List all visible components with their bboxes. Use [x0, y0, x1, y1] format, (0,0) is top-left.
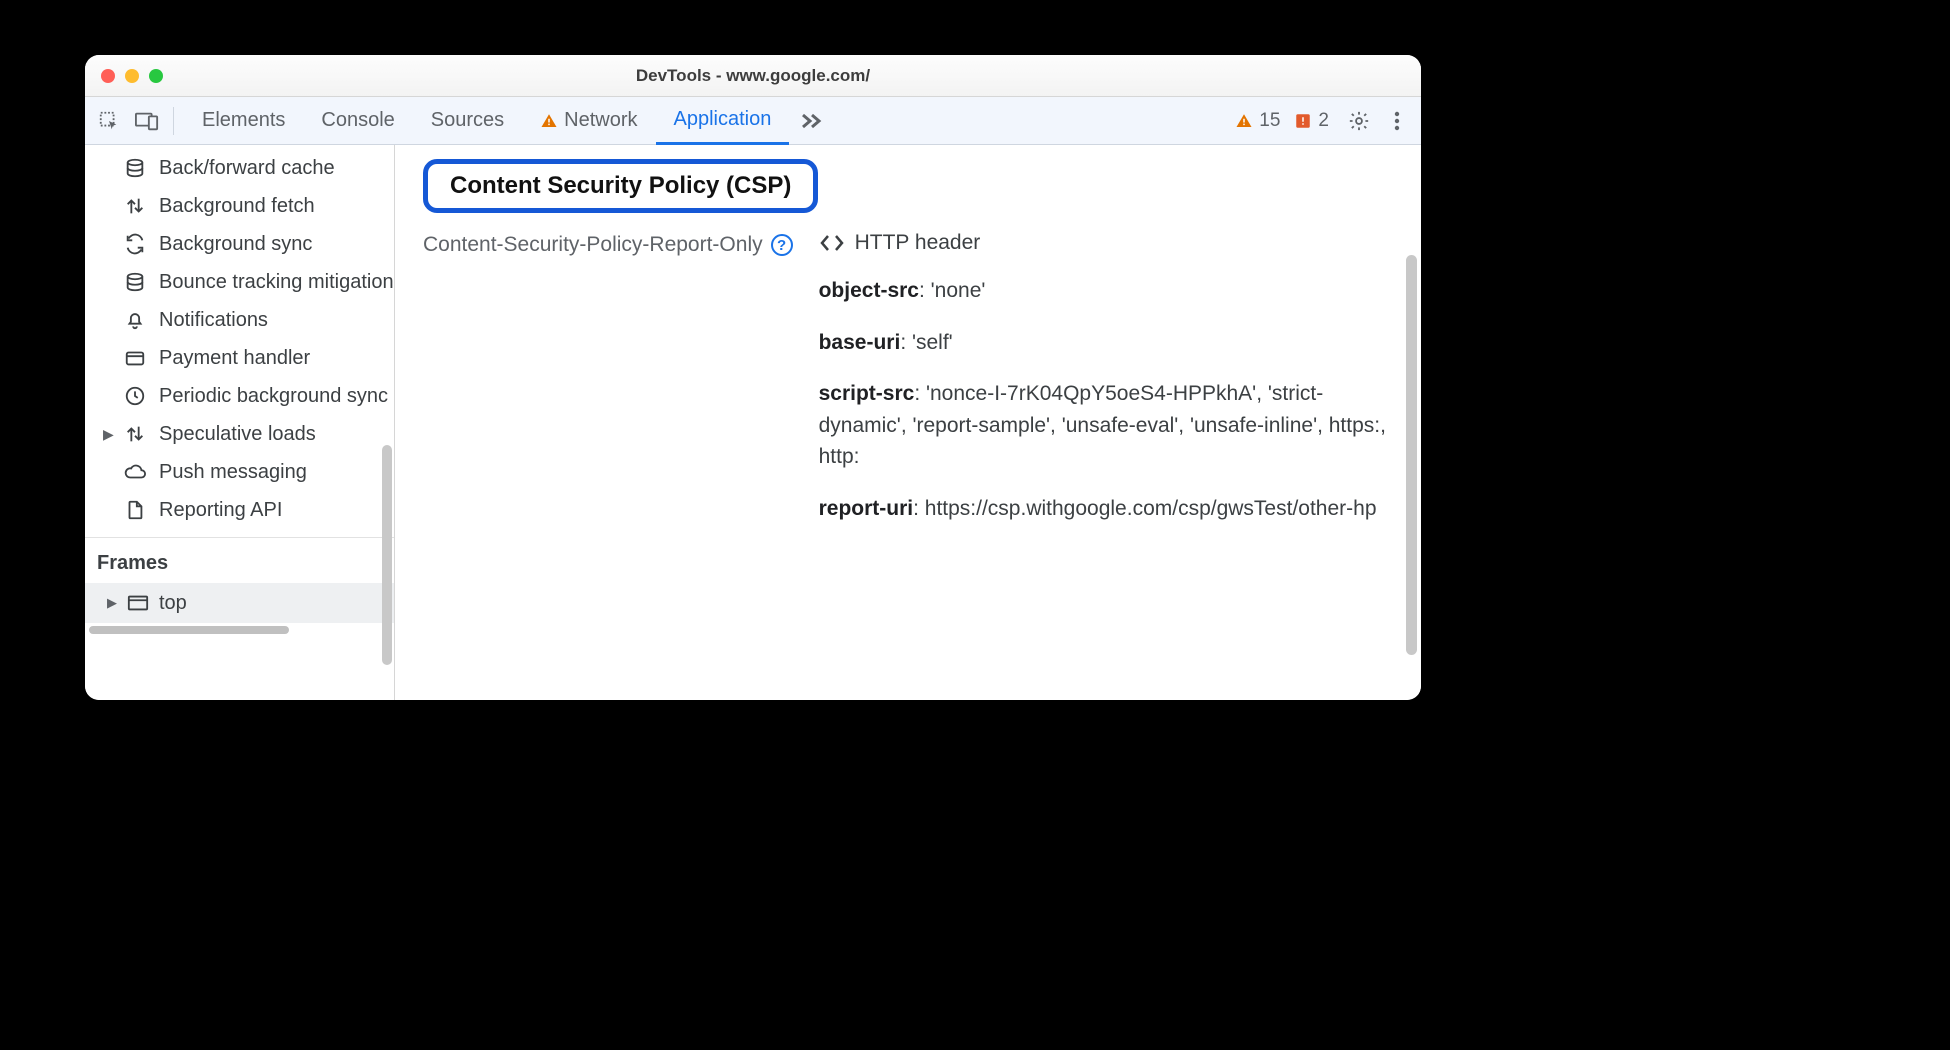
sidebar-item-label: Reporting API [159, 499, 282, 522]
sidebar-item-reporting-api[interactable]: Reporting API [85, 491, 394, 529]
directive-name: report-uri [819, 497, 914, 520]
warning-icon [1235, 112, 1253, 130]
tab-label: Sources [431, 109, 504, 132]
main-vertical-scrollbar[interactable] [1406, 255, 1417, 655]
expand-arrow-icon: ▶ [103, 426, 114, 443]
cloud-icon [123, 460, 147, 484]
csp-directive: script-src: 'nonce-I-7rK04QpY5oeS4-HPPkh… [819, 378, 1393, 473]
panel-tabs: Elements Console Sources Network Applica… [184, 97, 833, 145]
issue-icon [1294, 112, 1312, 130]
file-icon [123, 498, 147, 522]
sidebar-item-periodic-bg-sync[interactable]: Periodic background sync [85, 377, 394, 415]
database-icon [123, 156, 147, 180]
tab-application[interactable]: Application [656, 97, 790, 145]
bell-icon [123, 308, 147, 332]
warnings-count: 15 [1259, 110, 1280, 132]
frame-item-top[interactable]: ▶ top [85, 583, 394, 623]
clock-icon [123, 384, 147, 408]
expand-arrow-icon: ▶ [107, 595, 117, 611]
frame-label: top [159, 592, 187, 615]
tab-network[interactable]: Network [522, 97, 655, 145]
sidebar-item-label: Background sync [159, 233, 312, 256]
frames-header: Frames [85, 537, 394, 583]
sidebar-item-push-messaging[interactable]: Push messaging [85, 453, 394, 491]
main-panel: Content Security Policy (CSP) Content-Se… [395, 145, 1421, 700]
sidebar-item-label: Speculative loads [159, 423, 316, 446]
tab-elements[interactable]: Elements [184, 97, 303, 145]
directive-name: object-src [819, 279, 919, 302]
sidebar-item-label: Back/forward cache [159, 157, 335, 180]
tab-label: Application [674, 108, 772, 131]
directive-name: base-uri [819, 331, 901, 354]
directive-value: : 'none' [919, 279, 985, 302]
sidebar-item-label: Bounce tracking mitigation [159, 271, 394, 294]
inspect-element-icon[interactable] [93, 105, 125, 137]
csp-source: HTTP header [819, 231, 1393, 255]
tab-label: Network [564, 109, 637, 132]
sidebar-item-background-sync[interactable]: Background sync [85, 225, 394, 263]
help-icon[interactable]: ? [771, 234, 793, 256]
csp-directive: report-uri: https://csp.withgoogle.com/c… [819, 493, 1393, 525]
code-brackets-icon [819, 233, 845, 253]
card-icon [123, 346, 147, 370]
issues-count: 2 [1318, 110, 1329, 132]
window-icon [127, 593, 149, 613]
directive-value: : https://csp.withgoogle.com/csp/gwsTest… [913, 497, 1376, 520]
tabstrip: Elements Console Sources Network Applica… [85, 97, 1421, 145]
sidebar-item-label: Payment handler [159, 347, 310, 370]
csp-directive: object-src: 'none' [819, 275, 1393, 307]
sidebar-item-payment-handler[interactable]: Payment handler [85, 339, 394, 377]
updown-arrows-icon [123, 194, 147, 218]
csp-heading: Content Security Policy (CSP) [450, 172, 791, 200]
csp-policy-row: Content-Security-Policy-Report-Only ? HT… [423, 231, 1393, 544]
csp-policy-details: HTTP header object-src: 'none' base-uri:… [819, 231, 1393, 544]
body: Back/forward cache Background fetch Back… [85, 145, 1421, 700]
warning-icon [540, 112, 558, 130]
sidebar-item-background-fetch[interactable]: Background fetch [85, 187, 394, 225]
tab-label: Elements [202, 109, 285, 132]
directive-value: : 'self' [900, 331, 952, 354]
sync-icon [123, 232, 147, 256]
sidebar: Back/forward cache Background fetch Back… [85, 145, 395, 700]
sidebar-item-notifications[interactable]: Notifications [85, 301, 394, 339]
more-tabs-button[interactable] [789, 97, 833, 145]
csp-heading-highlight: Content Security Policy (CSP) [423, 159, 818, 213]
divider [173, 107, 174, 135]
csp-directive: base-uri: 'self' [819, 327, 1393, 359]
titlebar: DevTools - www.google.com/ [85, 55, 1421, 97]
issues-badge[interactable]: 2 [1294, 110, 1329, 132]
device-toolbar-icon[interactable] [131, 105, 163, 137]
policy-label: Content-Security-Policy-Report-Only [423, 233, 763, 257]
window-title: DevTools - www.google.com/ [85, 66, 1421, 86]
sidebar-item-label: Notifications [159, 309, 268, 332]
sidebar-item-back-forward-cache[interactable]: Back/forward cache [85, 149, 394, 187]
database-icon [123, 270, 147, 294]
directive-name: script-src [819, 382, 915, 405]
sidebar-horizontal-scrollbar[interactable] [85, 623, 394, 637]
sidebar-item-speculative-loads[interactable]: ▶ Speculative loads [85, 415, 394, 453]
tab-sources[interactable]: Sources [413, 97, 522, 145]
csp-source-label: HTTP header [855, 231, 981, 255]
tab-label: Console [321, 109, 394, 132]
warnings-badge[interactable]: 15 [1235, 110, 1280, 132]
sidebar-item-label: Push messaging [159, 461, 307, 484]
devtools-window: DevTools - www.google.com/ Elements Cons… [85, 55, 1421, 700]
settings-icon[interactable] [1343, 105, 1375, 137]
sidebar-item-label: Periodic background sync [159, 385, 388, 408]
sidebar-list: Back/forward cache Background fetch Back… [85, 145, 394, 529]
sidebar-vertical-scrollbar[interactable] [382, 445, 392, 665]
more-options-icon[interactable] [1381, 105, 1413, 137]
csp-policy-name: Content-Security-Policy-Report-Only ? [423, 231, 793, 257]
tab-console[interactable]: Console [303, 97, 412, 145]
sidebar-item-label: Background fetch [159, 195, 315, 218]
updown-arrows-icon [123, 422, 147, 446]
sidebar-item-bounce-tracking[interactable]: Bounce tracking mitigation [85, 263, 394, 301]
